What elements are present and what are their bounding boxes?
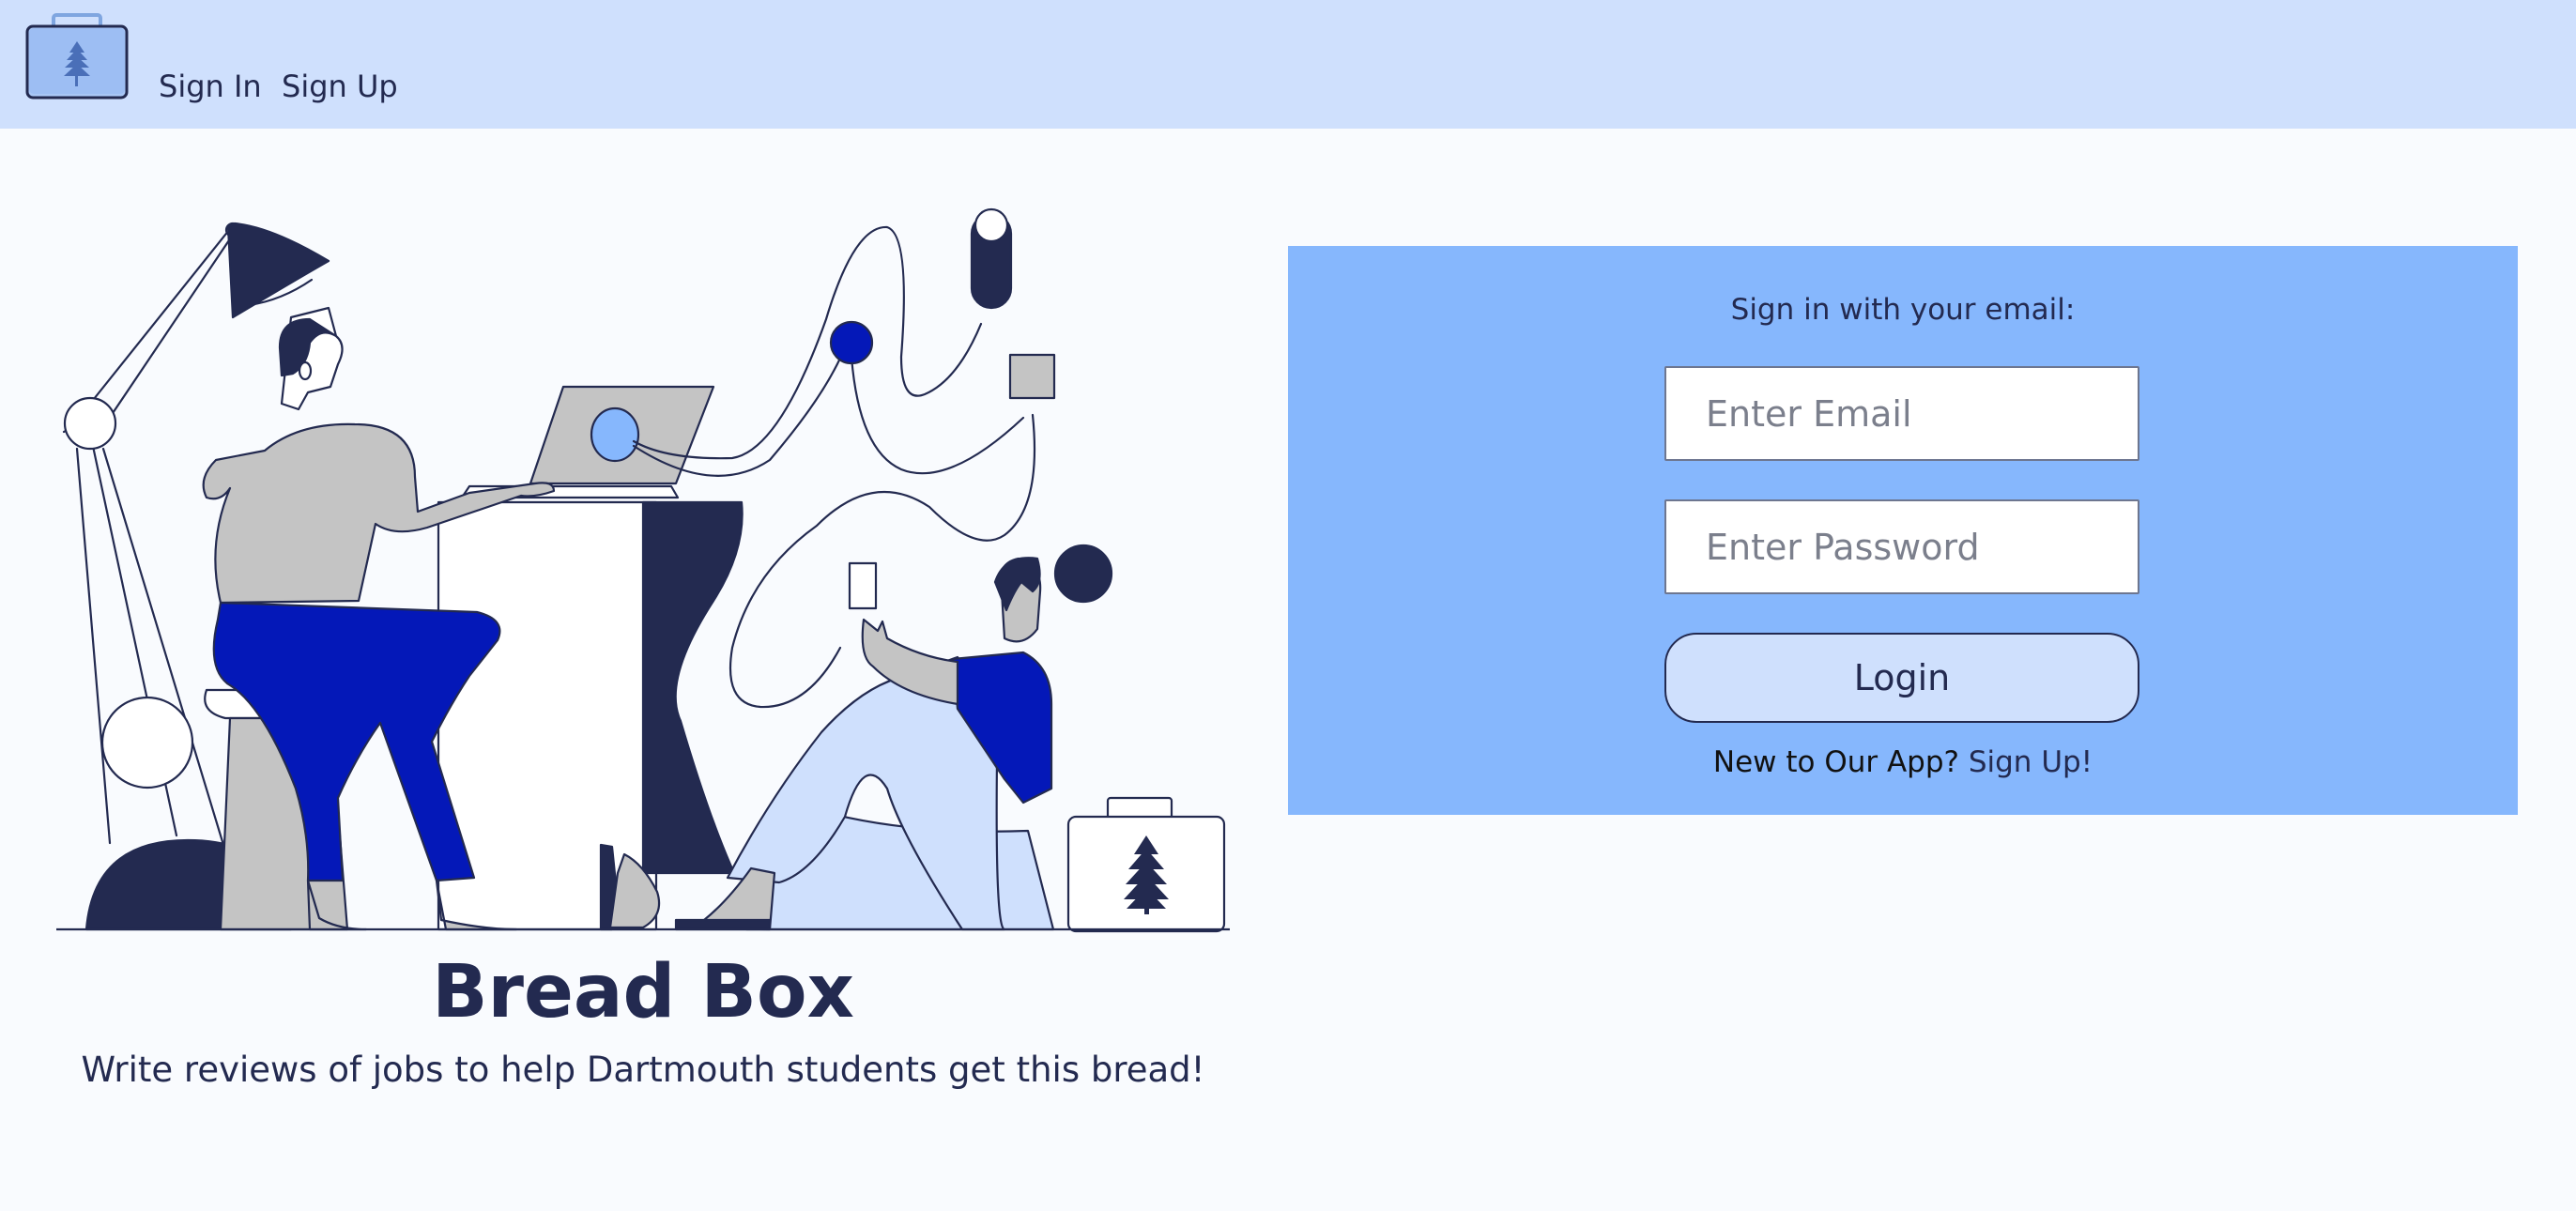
- signup-link[interactable]: Sign Up!: [1969, 745, 2093, 779]
- login-button[interactable]: Login: [1664, 633, 2139, 723]
- nav-sign-up-link[interactable]: Sign Up: [282, 71, 398, 101]
- password-field[interactable]: [1664, 499, 2139, 594]
- signup-prefix: New to Our App?: [1712, 745, 1959, 779]
- navbar: Sign In Sign Up: [0, 0, 2576, 129]
- people-working-illustration: [56, 207, 1230, 933]
- email-field[interactable]: [1664, 366, 2139, 461]
- nav-sign-in-link[interactable]: Sign In: [159, 71, 262, 101]
- app-subtitle: Write reviews of jobs to help Dartmouth …: [81, 1050, 1205, 1090]
- login-panel: Sign in with your email: Login New to Ou…: [1288, 246, 2518, 815]
- app-title: Bread Box: [432, 950, 854, 1035]
- briefcase-logo-icon[interactable]: [25, 13, 129, 101]
- login-prompt: Sign in with your email:: [1730, 293, 2076, 327]
- signup-line: New to Our App? Sign Up!: [1288, 745, 2518, 779]
